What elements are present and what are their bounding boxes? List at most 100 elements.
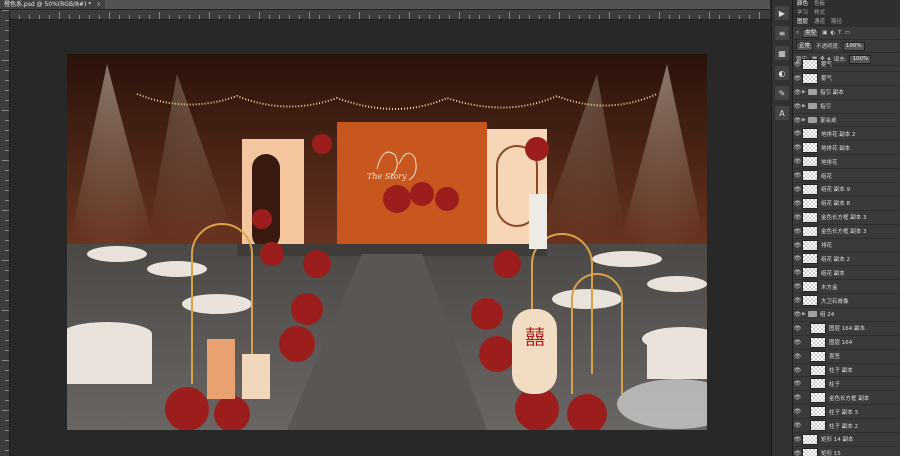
tab-color[interactable]: 颜色 <box>797 0 808 9</box>
character-icon[interactable]: A <box>775 106 789 120</box>
brush-icon[interactable]: ✎ <box>775 86 789 100</box>
layer-thumbnail <box>802 197 818 209</box>
visibility-eye-icon[interactable]: 👁︎ <box>793 311 802 318</box>
visibility-eye-icon[interactable]: 👁︎ <box>793 242 802 249</box>
layer-row[interactable]: 👁︎ 组花 副本 9 <box>793 183 900 197</box>
layer-row[interactable]: 👁︎ 金色长方框 副本 3 <box>793 225 900 239</box>
layer-row[interactable]: 👁︎ 矩形 14 副本 <box>793 433 900 447</box>
visibility-eye-icon[interactable]: 👁︎ <box>793 200 802 207</box>
visibility-eye-icon[interactable]: 👁︎ <box>793 436 802 443</box>
visibility-eye-icon[interactable]: 👁︎ <box>793 408 802 415</box>
document-tab[interactable]: 橙色系.psd @ 50%(RGB/8#) * × <box>0 0 106 9</box>
tab-paths[interactable]: 路径 <box>831 18 842 27</box>
filter-shape-icon[interactable]: ▭ <box>845 30 850 36</box>
close-icon[interactable]: × <box>96 0 101 9</box>
layer-row[interactable]: 👁︎ ▶ 组 24 <box>793 308 900 322</box>
visibility-eye-icon[interactable]: 👁︎ <box>793 255 802 262</box>
visibility-eye-icon[interactable]: 👁︎ <box>793 450 802 456</box>
visibility-eye-icon[interactable]: 👁︎ <box>793 130 802 137</box>
visibility-eye-icon[interactable]: 👁︎ <box>793 117 802 124</box>
layer-row[interactable]: 👁︎ 地排花 <box>793 155 900 170</box>
visibility-eye-icon[interactable]: 👁︎ <box>793 367 802 374</box>
layer-row[interactable]: 👁︎ 组花 副本 2 <box>793 252 900 267</box>
filter-type-icon[interactable]: T <box>838 30 841 36</box>
layer-row[interactable]: 👁︎ ▶ 指引 副本 <box>793 86 900 100</box>
layer-row[interactable]: 👁︎ 喜签 <box>793 350 900 364</box>
layer-row[interactable]: 👁︎ ▶ 宴会桌 <box>793 114 900 128</box>
opacity-input[interactable]: 100% <box>842 41 865 51</box>
ruler-tick <box>529 15 530 19</box>
layer-row[interactable]: 👁︎ 矩形 15 <box>793 447 900 456</box>
layer-thumbnail <box>802 433 818 445</box>
horizontal-ruler[interactable] <box>9 10 770 20</box>
visibility-eye-icon[interactable]: 👁︎ <box>793 89 802 96</box>
layer-row[interactable]: 👁︎ 组花 副本 <box>793 266 900 281</box>
layer-row[interactable]: 👁︎ 雾气 <box>793 72 900 86</box>
layer-row[interactable]: 👁︎ 组花 副本 8 <box>793 197 900 211</box>
canvas-area[interactable]: The Story 囍 <box>10 20 770 456</box>
ruler-tick <box>349 15 350 19</box>
layer-row[interactable]: 👁︎ 柱子 副本 2 <box>793 419 900 434</box>
visibility-eye-icon[interactable]: 👁︎ <box>793 61 802 68</box>
layer-row[interactable]: 👁︎ 柱子 副本 <box>793 364 900 378</box>
ruler-tick <box>5 180 9 181</box>
ruler-tick <box>669 15 670 19</box>
visibility-eye-icon[interactable]: 👁︎ <box>793 103 802 110</box>
filter-image-icon[interactable]: ▣ <box>822 30 827 36</box>
visibility-eye-icon[interactable]: 👁︎ <box>793 380 802 387</box>
properties-icon[interactable]: ≡ <box>775 26 789 40</box>
visibility-eye-icon[interactable]: 👁︎ <box>793 214 802 221</box>
tab-channels[interactable]: 通道 <box>814 18 825 27</box>
backdrop-orange-panel <box>337 122 487 252</box>
ruler-tick <box>2 260 9 261</box>
blend-mode-select[interactable]: 正常 <box>796 41 814 51</box>
ruler-tick <box>649 15 650 19</box>
visibility-eye-icon[interactable]: 👁︎ <box>793 422 802 429</box>
history-icon[interactable]: ▶ <box>775 6 789 20</box>
tab-styles[interactable]: 样式 <box>814 9 825 18</box>
ruler-tick <box>679 15 680 19</box>
layer-row[interactable]: 👁︎ 地排花 副本 2 <box>793 127 900 142</box>
ruler-tick <box>609 12 610 19</box>
visibility-eye-icon[interactable]: 👁︎ <box>793 269 802 276</box>
tab-layers[interactable]: 图层 <box>797 18 808 27</box>
visibility-eye-icon[interactable]: 👁︎ <box>793 144 802 151</box>
ruler-tick <box>2 360 9 361</box>
filter-kind-select[interactable]: 类型 <box>802 28 820 38</box>
visibility-eye-icon[interactable]: 👁︎ <box>793 353 802 360</box>
layer-row[interactable]: 👁︎ 金色长方框 副本 <box>793 391 900 406</box>
layer-row[interactable]: 👁︎ 雾气 <box>793 58 900 72</box>
layer-row[interactable]: 👁︎ 地排花 副本 <box>793 141 900 156</box>
vertical-ruler[interactable] <box>0 10 10 456</box>
visibility-eye-icon[interactable]: 👁︎ <box>793 394 802 401</box>
visibility-eye-icon[interactable]: 👁︎ <box>793 297 802 304</box>
layer-row[interactable]: 👁︎ 柱子 <box>793 377 900 392</box>
layer-row[interactable]: 👁︎ 大卫石膏像 <box>793 294 900 309</box>
ruler-tick <box>5 420 9 421</box>
wedding-stage-artwork[interactable]: The Story 囍 <box>67 54 707 430</box>
layer-row[interactable]: 👁︎ 图层 164 副本 <box>793 322 900 336</box>
layer-row[interactable]: 👁︎ ▶ 指引 <box>793 100 900 114</box>
visibility-eye-icon[interactable]: 👁︎ <box>793 172 802 179</box>
pillar <box>207 339 235 399</box>
visibility-eye-icon[interactable]: 👁︎ <box>793 75 802 82</box>
tab-learn[interactable]: 学习 <box>797 9 808 18</box>
visibility-eye-icon[interactable]: 👁︎ <box>793 339 802 346</box>
swatches-icon[interactable]: ▦ <box>775 46 789 60</box>
visibility-eye-icon[interactable]: 👁︎ <box>793 186 802 193</box>
layer-row[interactable]: 👁︎ 木方盒 <box>793 280 900 295</box>
layer-row[interactable]: 👁︎ 图层 164 <box>793 336 900 350</box>
adjustments-icon[interactable]: ◐ <box>775 66 789 80</box>
layer-name: 矩形 14 副本 <box>821 437 854 444</box>
layer-row[interactable]: 👁︎ 组花 <box>793 169 900 184</box>
visibility-eye-icon[interactable]: 👁︎ <box>793 228 802 235</box>
layer-row[interactable]: 👁︎ 金色长方框 副本 3 <box>793 211 900 225</box>
filter-adjust-icon[interactable]: ◐ <box>830 30 835 36</box>
layer-row[interactable]: 👁︎ 排花 <box>793 239 900 253</box>
visibility-eye-icon[interactable]: 👁︎ <box>793 158 802 165</box>
layer-thumbnail <box>802 183 818 195</box>
layer-row[interactable]: 👁︎ 柱子 副本 3 <box>793 405 900 420</box>
tab-swatches[interactable]: 色板 <box>814 0 825 9</box>
visibility-eye-icon[interactable]: 👁︎ <box>793 283 802 290</box>
visibility-eye-icon[interactable]: 👁︎ <box>793 325 802 332</box>
